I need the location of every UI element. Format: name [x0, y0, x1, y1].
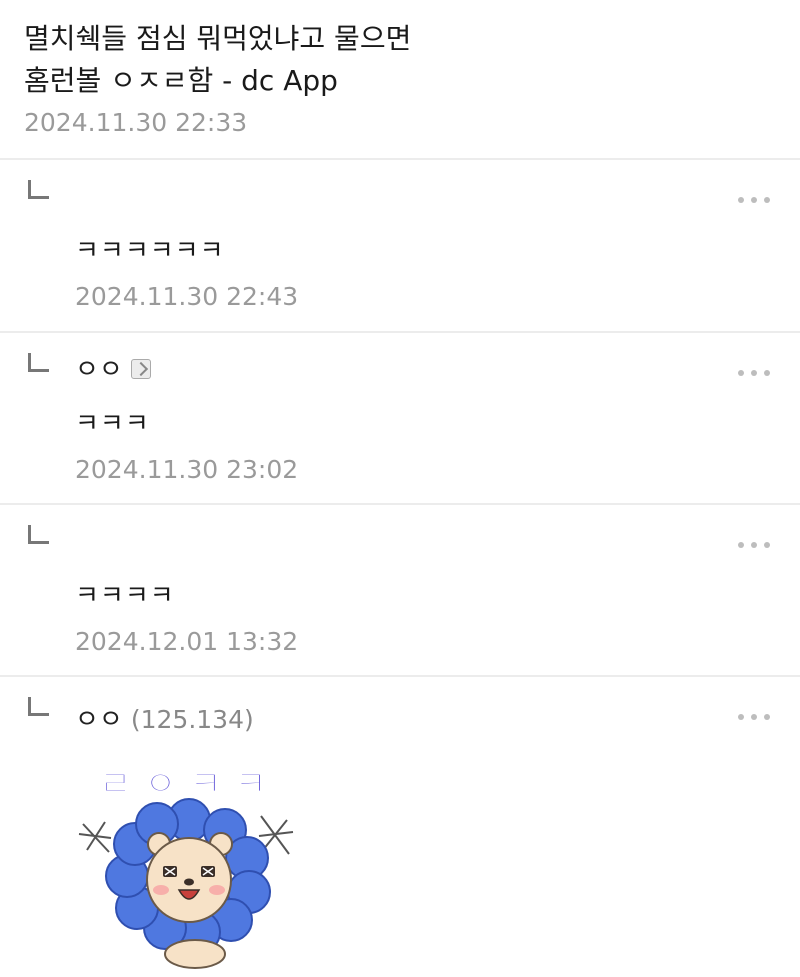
post-title-line-2: 홈런볼 ㅇㅈㄹ함 - dc App	[24, 64, 338, 97]
post-header: 멸치쉑들 점심 뭐먹었냐고 물으면 홈런볼 ㅇㅈㄹ함 - dc App 2024…	[0, 0, 800, 158]
comment-text: ㅋㅋㅋㅋ	[75, 581, 175, 611]
reply-arrow-icon	[28, 525, 49, 544]
reply-arrow-icon	[28, 353, 49, 372]
post-date: 2024.11.30 22:33	[24, 108, 248, 137]
comment-item: ㅋㅋㅋㅋ 2024.12.01 13:32	[0, 505, 800, 675]
reply-arrow-icon	[28, 180, 49, 199]
lion-flower-sticker: ㄹㅇㅋㅋ	[78, 764, 294, 969]
comment-date: 2024.11.30 22:43	[75, 282, 299, 311]
more-dots-icon[interactable]	[738, 197, 772, 203]
comment-nickname[interactable]: ㅇㅇ (125.134)	[75, 699, 254, 736]
comment-text: ㅋㅋㅋ	[75, 409, 150, 439]
nickname-text: ㅇㅇ	[75, 705, 123, 735]
comment-nickname[interactable]: ㅇㅇ	[75, 349, 151, 386]
comment-item: ㅇㅇ ㅋㅋㅋ 2024.11.30 23:02	[0, 333, 800, 503]
post-title: 멸치쉑들 점심 뭐먹었냐고 물으면 홈런볼 ㅇㅈㄹ함 - dc App	[24, 18, 764, 102]
comment-text: ㅋㅋㅋㅋㅋㅋ	[75, 236, 225, 266]
fixed-nick-icon	[130, 358, 151, 379]
comment-date: 2024.11.30 23:02	[75, 455, 299, 484]
ip-address: (125.134)	[130, 705, 254, 734]
nickname-text: ㅇㅇ	[75, 355, 123, 385]
more-dots-icon[interactable]	[738, 542, 772, 548]
more-dots-icon[interactable]	[738, 370, 772, 376]
reply-arrow-icon	[28, 697, 49, 716]
post-title-line-1: 멸치쉑들 점심 뭐먹었냐고 물으면	[24, 22, 412, 55]
more-dots-icon[interactable]	[738, 714, 772, 720]
comment-item: ㅋㅋㅋㅋㅋㅋ 2024.11.30 22:43	[0, 160, 800, 330]
comment-date: 2024.12.01 13:32	[75, 627, 299, 656]
